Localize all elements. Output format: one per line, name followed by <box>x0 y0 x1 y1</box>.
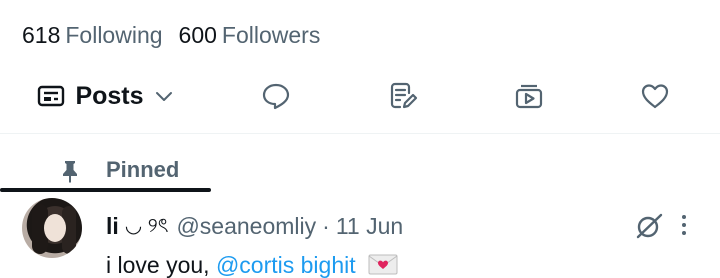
followers-count: 600 <box>178 22 217 48</box>
followers-label: Followers <box>221 22 321 48</box>
pinned-label: Pinned <box>106 157 180 182</box>
tweet-date[interactable]: 11 Jun <box>336 211 403 241</box>
avatar-face <box>44 214 66 242</box>
user-handle[interactable]: @seaneomliy <box>176 211 316 241</box>
tab-posts[interactable]: Posts <box>0 58 211 134</box>
display-name-decoration: ◡ ୨ৎ <box>124 215 169 237</box>
profile-stats: 618 Following 600 Followers <box>22 20 320 50</box>
separator-dot: · <box>322 213 330 239</box>
tweet-header: li ◡ ୨ৎ @seaneomliy · 11 Jun <box>106 210 403 242</box>
followers-stat[interactable]: 600 Followers <box>179 20 321 50</box>
tweet-text-body: i love you, <box>106 252 216 278</box>
chevron-down-icon[interactable] <box>154 89 174 103</box>
tab-replies[interactable] <box>245 58 307 134</box>
love-letter-icon <box>368 252 398 278</box>
media-icon <box>514 82 544 110</box>
following-count: 618 <box>22 22 61 48</box>
tab-media[interactable] <box>498 58 560 134</box>
avatar[interactable] <box>22 198 82 258</box>
mention-link[interactable]: @cortis bighit <box>216 252 356 278</box>
grok-icon[interactable] <box>634 212 664 245</box>
display-name[interactable]: li <box>106 211 119 241</box>
pinned-indicator: Pinned <box>0 152 720 188</box>
heart-icon <box>640 82 670 110</box>
replies-icon <box>261 82 291 110</box>
pin-icon <box>60 159 80 188</box>
profile-tabs: Posts <box>0 58 720 192</box>
tab-likes[interactable] <box>624 58 686 134</box>
more-options-icon[interactable] <box>676 210 692 240</box>
following-label: Following <box>65 22 163 48</box>
posts-icon <box>37 84 65 108</box>
following-stat[interactable]: 618 Following <box>22 20 163 50</box>
tweet-text: i love you, @cortis bighit <box>106 250 398 278</box>
tab-articles[interactable] <box>372 58 434 134</box>
active-tab-indicator <box>0 188 211 192</box>
tab-posts-label: Posts <box>75 81 144 110</box>
articles-icon <box>388 81 418 111</box>
